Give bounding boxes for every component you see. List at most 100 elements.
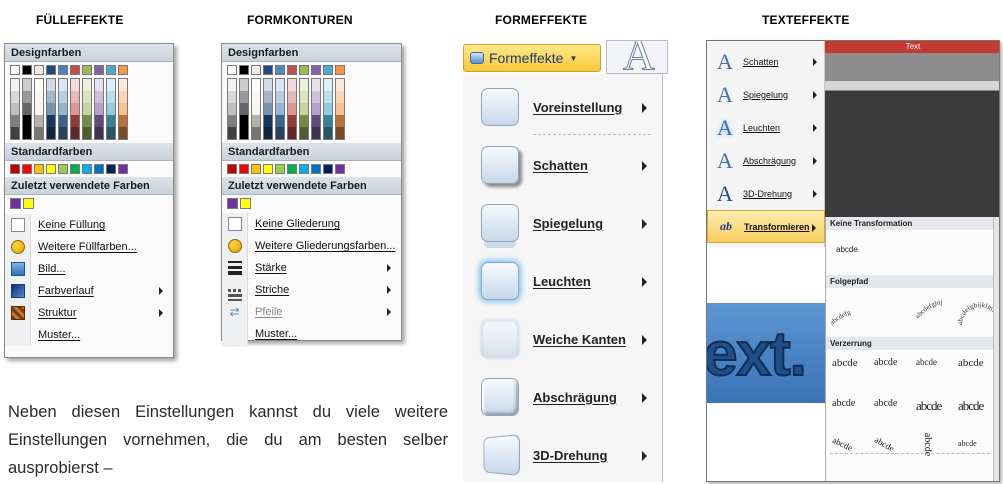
shade-swatch[interactable] [324, 127, 332, 139]
shade-swatch[interactable] [23, 103, 31, 115]
menu-item-muster[interactable]: Muster... [222, 323, 401, 345]
color-swatch[interactable] [10, 65, 20, 75]
shade-swatch[interactable] [240, 127, 248, 139]
shade-swatch[interactable] [83, 127, 91, 139]
shade-swatch[interactable] [11, 79, 19, 91]
warp-option[interactable]: abcde [873, 434, 896, 453]
shape-effects-button[interactable]: Formeffekte ▼ [463, 44, 601, 72]
shape-effect-schatten[interactable]: Schatten [463, 136, 663, 194]
menu-item-striche[interactable]: Striche [222, 279, 401, 301]
standard-color-swatch[interactable] [299, 164, 309, 174]
shape-effect-spiegelung[interactable]: Spiegelung [463, 194, 663, 252]
shade-swatch[interactable] [252, 103, 260, 115]
follow-path-options[interactable]: abcdefg abcdefghij abcdefghijklmno [826, 289, 1000, 337]
shade-swatch[interactable] [107, 115, 115, 127]
color-swatch[interactable] [22, 65, 32, 75]
recent-color-swatch[interactable] [240, 198, 251, 209]
shade-swatch[interactable] [288, 79, 296, 91]
color-swatch[interactable] [311, 65, 321, 75]
shade-swatch[interactable] [59, 91, 67, 103]
shade-swatch[interactable] [312, 91, 320, 103]
shape-effect-leuchten[interactable]: Leuchten [463, 252, 663, 310]
shade-swatch[interactable] [288, 127, 296, 139]
shade-swatch[interactable] [83, 79, 91, 91]
color-swatch[interactable] [323, 65, 333, 75]
standard-color-swatch[interactable] [106, 164, 116, 174]
shade-swatch[interactable] [119, 127, 127, 139]
standard-color-swatch[interactable] [58, 164, 68, 174]
menu-item-struktur[interactable]: Struktur [5, 302, 173, 324]
color-swatch[interactable] [106, 65, 116, 75]
shade-swatch[interactable] [71, 103, 79, 115]
shade-swatch[interactable] [23, 91, 31, 103]
shade-swatch[interactable] [324, 79, 332, 91]
shade-swatch[interactable] [71, 91, 79, 103]
shade-swatch[interactable] [276, 103, 284, 115]
shade-swatch[interactable] [288, 115, 296, 127]
menu-item-pfeile[interactable]: ⇄ Pfeile [222, 301, 401, 323]
standard-color-swatch[interactable] [263, 164, 273, 174]
shade-swatch[interactable] [228, 103, 236, 115]
menu-item-stärke[interactable]: Stärke [222, 257, 401, 279]
color-swatch[interactable] [70, 65, 80, 75]
warp-option[interactable]: abcde [874, 398, 897, 409]
shade-swatch[interactable] [95, 103, 103, 115]
color-swatch[interactable] [239, 65, 249, 75]
recent-color-swatch[interactable] [10, 198, 21, 209]
text-effect-abschrägung[interactable]: A Abschrägung [707, 144, 825, 177]
shade-swatch[interactable] [264, 91, 272, 103]
shade-swatch[interactable] [300, 79, 308, 91]
shade-swatch[interactable] [312, 79, 320, 91]
shade-swatch[interactable] [23, 79, 31, 91]
shade-swatch[interactable] [95, 127, 103, 139]
standard-color-swatch[interactable] [275, 164, 285, 174]
standard-color-swatch[interactable] [227, 164, 237, 174]
color-swatch[interactable] [287, 65, 297, 75]
shade-swatch[interactable] [276, 79, 284, 91]
shade-swatch[interactable] [336, 103, 344, 115]
standard-color-swatch[interactable] [46, 164, 56, 174]
shade-swatch[interactable] [35, 91, 43, 103]
shade-swatch[interactable] [324, 91, 332, 103]
shade-swatch[interactable] [240, 103, 248, 115]
color-swatch[interactable] [227, 65, 237, 75]
shade-swatch[interactable] [336, 91, 344, 103]
menu-item-weitere-gliederungsfarben[interactable]: Weitere Gliederungsfarben... [222, 235, 401, 257]
shade-swatch[interactable] [228, 79, 236, 91]
shade-swatch[interactable] [336, 115, 344, 127]
shade-swatch[interactable] [240, 115, 248, 127]
shade-swatch[interactable] [276, 115, 284, 127]
shade-swatch[interactable] [240, 79, 248, 91]
shade-swatch[interactable] [47, 79, 55, 91]
shade-swatch[interactable] [252, 79, 260, 91]
shade-swatch[interactable] [300, 115, 308, 127]
shape-effect-weiche-kanten[interactable]: Weiche Kanten [463, 310, 663, 368]
shape-effect-3d-drehung[interactable]: 3D-Drehung [463, 426, 663, 484]
shade-swatch[interactable] [71, 127, 79, 139]
standard-color-swatch[interactable] [10, 164, 20, 174]
color-swatch[interactable] [299, 65, 309, 75]
color-swatch[interactable] [118, 65, 128, 75]
warp-option[interactable]: abcde [958, 439, 977, 448]
shade-swatch[interactable] [35, 103, 43, 115]
standard-color-swatch[interactable] [118, 164, 128, 174]
shade-swatch[interactable] [47, 91, 55, 103]
standard-color-swatch[interactable] [323, 164, 333, 174]
shade-swatch[interactable] [119, 103, 127, 115]
warp-option[interactable]: abcde [916, 398, 942, 414]
shade-swatch[interactable] [83, 115, 91, 127]
warp-option[interactable]: abcde [874, 357, 897, 368]
warp-option[interactable]: abcde [832, 357, 858, 369]
standard-color-swatch[interactable] [287, 164, 297, 174]
shade-swatch[interactable] [23, 115, 31, 127]
shade-swatch[interactable] [95, 79, 103, 91]
shade-swatch[interactable] [59, 103, 67, 115]
shade-swatch[interactable] [264, 115, 272, 127]
shade-swatch[interactable] [59, 115, 67, 127]
shade-swatch[interactable] [336, 79, 344, 91]
text-effect-transformieren[interactable]: ab Transformieren [707, 210, 825, 243]
shade-swatch[interactable] [11, 103, 19, 115]
standard-color-swatch[interactable] [94, 164, 104, 174]
recent-color-swatch[interactable] [23, 198, 34, 209]
shade-swatch[interactable] [47, 103, 55, 115]
